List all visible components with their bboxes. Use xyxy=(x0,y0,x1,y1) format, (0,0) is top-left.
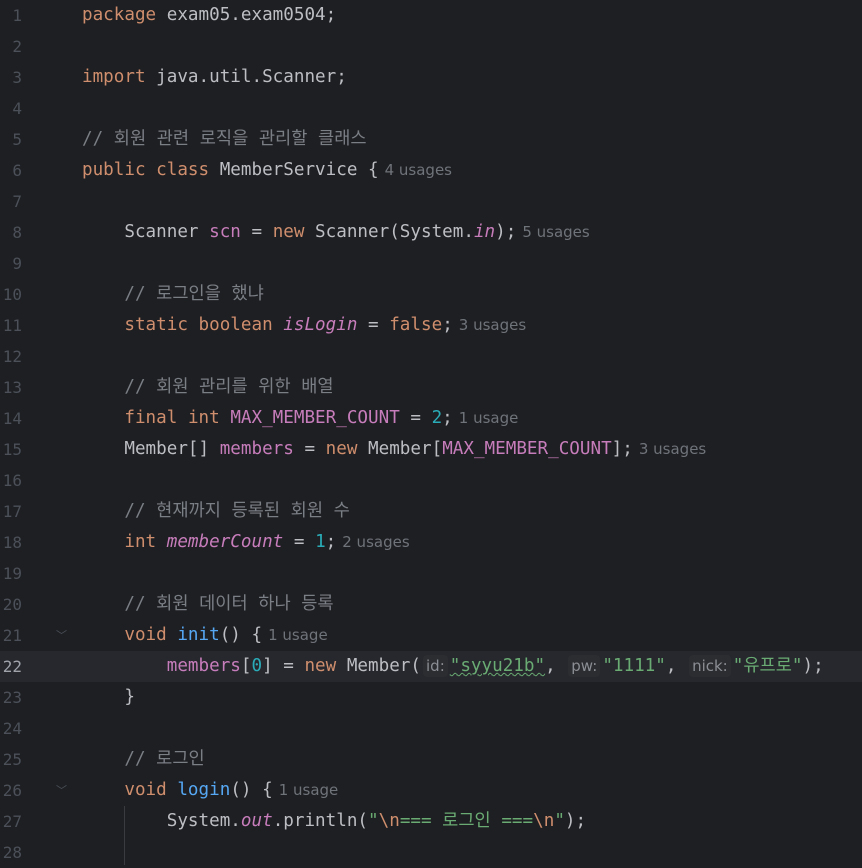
code-text: public class MemberService {4 usages xyxy=(82,160,452,180)
usage-hint[interactable]: 4 usages xyxy=(385,161,452,179)
line-number: 14 xyxy=(2,409,22,428)
line-number: 22 xyxy=(2,657,22,676)
code-line[interactable]: 7 xyxy=(0,186,862,217)
code-text: void init() {1 usage xyxy=(124,625,328,645)
line-number: 13 xyxy=(2,378,22,397)
usage-hint[interactable]: 1 usage xyxy=(459,409,519,427)
code-text: import java.util.Scanner; xyxy=(82,67,347,87)
code-text: // 회원 관리를 위한 배열 xyxy=(82,372,334,403)
line-number: 9 xyxy=(12,254,22,273)
code-line[interactable]: 11 static boolean isLogin = false; 3 usag… xyxy=(0,310,862,341)
code-text: package exam05.exam0504; xyxy=(82,5,337,25)
line-number: 18 xyxy=(2,533,22,552)
code-line[interactable]: 5 // 회원 관련 로직을 관리할 클래스 xyxy=(0,124,862,155)
code-text: System.out.println("\n=== 로그인 ===\n"); xyxy=(166,811,587,831)
comment: // 현재까지 등록된 회원 수 xyxy=(124,501,350,521)
code-text: members[0] = new Member(id: "syyu21b", pw… xyxy=(166,655,824,677)
line-number: 20 xyxy=(2,595,22,614)
code-text: int memberCount = 1; 2 usages xyxy=(124,532,410,552)
comment: // 회원 데이터 하나 등록 xyxy=(124,594,334,614)
usage-hint[interactable]: 1 usage xyxy=(279,781,339,799)
code-line[interactable]: 25 // 로그인 xyxy=(0,744,862,775)
line-number: 3 xyxy=(12,68,22,87)
fold-chevron-icon[interactable]: ﹀ xyxy=(56,620,67,651)
line-number: 28 xyxy=(2,843,22,862)
code-editor[interactable]: 1 package exam05.exam0504; 2 3 import ja… xyxy=(0,0,862,865)
usage-hint[interactable]: 3 usages xyxy=(639,440,706,458)
comment: // 로그인 xyxy=(124,749,205,769)
line-number: 2 xyxy=(12,37,22,56)
code-line[interactable]: 18 int memberCount = 1; 2 usages xyxy=(0,527,862,558)
line-number: 8 xyxy=(12,223,22,242)
code-line[interactable]: 27 System.out.println("\n=== 로그인 ===\n")… xyxy=(0,806,862,837)
usage-hint[interactable]: 2 usages xyxy=(342,533,409,551)
code-line[interactable]: 26 ﹀ void login() {1 usage xyxy=(0,775,862,806)
code-line[interactable]: 17 // 현재까지 등록된 회원 수 xyxy=(0,496,862,527)
code-text: // 회원 데이터 하나 등록 xyxy=(82,589,334,620)
code-line[interactable]: 12 xyxy=(0,341,862,372)
line-number: 27 xyxy=(2,812,22,831)
code-text: final int MAX_MEMBER_COUNT = 2; 1 usage xyxy=(124,408,519,428)
code-line[interactable]: 19 xyxy=(0,558,862,589)
comment: // 회원 관련 로직을 관리할 클래스 xyxy=(82,129,367,149)
code-line[interactable]: 2 xyxy=(0,31,862,62)
code-line-current[interactable]: 22 members[0] = new Member(id: "syyu21b",… xyxy=(0,651,862,682)
line-number: 24 xyxy=(2,719,22,738)
code-line[interactable]: 15 Member[] members = new Member[MAX_MEM… xyxy=(0,434,862,465)
code-text: Member[] members = new Member[MAX_MEMBER… xyxy=(124,439,707,459)
usage-hint[interactable]: 5 usages xyxy=(522,223,589,241)
param-hint-id: id: xyxy=(423,655,448,677)
code-text: Scanner scn = new Scanner(System.in); 5 u… xyxy=(124,222,590,242)
comment: // 로그인을 했냐 xyxy=(124,284,264,304)
code-line[interactable]: 4 xyxy=(0,93,862,124)
code-line[interactable]: 21 ﹀ void init() {1 usage xyxy=(0,620,862,651)
code-line[interactable]: 6 public class MemberService {4 usages xyxy=(0,155,862,186)
line-number: 25 xyxy=(2,750,22,769)
code-line[interactable]: 20 // 회원 데이터 하나 등록 xyxy=(0,589,862,620)
code-line[interactable]: 3 import java.util.Scanner; xyxy=(0,62,862,93)
code-text: // 로그인 xyxy=(82,744,205,775)
code-text: } xyxy=(124,687,135,707)
line-number: 26 xyxy=(2,781,22,800)
code-line[interactable]: 16 xyxy=(0,465,862,496)
line-number: 11 xyxy=(2,316,22,335)
fold-chevron-icon[interactable]: ﹀ xyxy=(56,775,67,806)
code-line[interactable]: 24 xyxy=(0,713,862,744)
code-text: void login() {1 usage xyxy=(124,780,339,800)
line-number: 5 xyxy=(12,130,22,149)
line-number: 1 xyxy=(12,6,22,25)
usage-hint[interactable]: 1 usage xyxy=(268,626,328,644)
code-line[interactable]: 28 xyxy=(0,837,862,868)
line-number: 6 xyxy=(12,161,22,180)
code-line[interactable]: 13 // 회원 관리를 위한 배열 xyxy=(0,372,862,403)
line-number: 12 xyxy=(2,347,22,366)
code-line[interactable]: 1 package exam05.exam0504; xyxy=(0,0,862,31)
code-text: static boolean isLogin = false; 3 usages xyxy=(124,315,527,335)
line-number: 21 xyxy=(2,626,22,645)
line-number: 19 xyxy=(2,564,22,583)
param-hint-nick: nick: xyxy=(689,655,731,677)
line-number: 10 xyxy=(2,285,22,304)
line-number: 17 xyxy=(2,502,22,521)
comment: // 회원 관리를 위한 배열 xyxy=(124,377,334,397)
code-line[interactable]: 14 final int MAX_MEMBER_COUNT = 2; 1 usag… xyxy=(0,403,862,434)
line-number: 23 xyxy=(2,688,22,707)
code-text: // 로그인을 했냐 xyxy=(82,279,264,310)
code-line[interactable]: 23 } xyxy=(0,682,862,713)
code-line[interactable]: 8 Scanner scn = new Scanner(System.in); 5… xyxy=(0,217,862,248)
param-hint-pw: pw: xyxy=(568,655,601,677)
code-text: // 현재까지 등록된 회원 수 xyxy=(82,496,350,527)
line-number: 15 xyxy=(2,440,22,459)
usage-hint[interactable]: 3 usages xyxy=(459,316,526,334)
line-number: 16 xyxy=(2,471,22,490)
line-number: 4 xyxy=(12,99,22,118)
code-line[interactable]: 9 xyxy=(0,248,862,279)
line-number: 7 xyxy=(12,192,22,211)
code-line[interactable]: 10 // 로그인을 했냐 xyxy=(0,279,862,310)
